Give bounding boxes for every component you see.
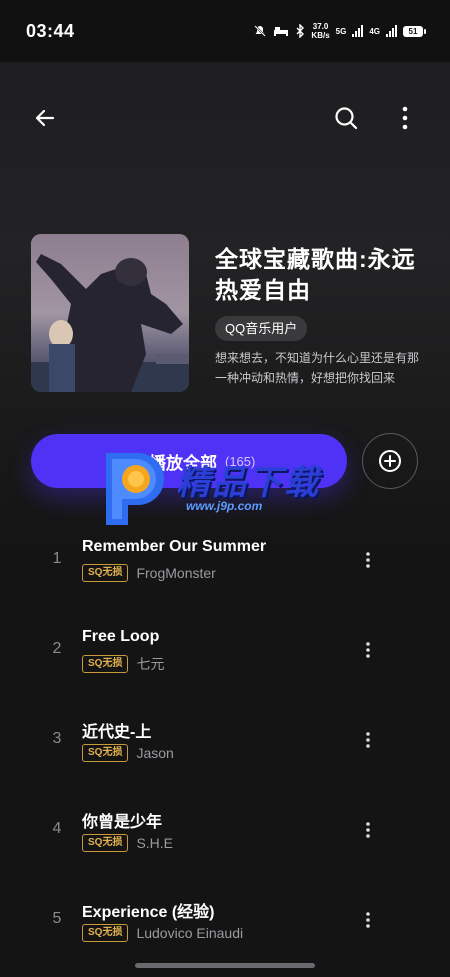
home-indicator[interactable] [135, 963, 315, 968]
song-row[interactable]: 4 你曾是少年 SQ无损 S.H.E [0, 790, 450, 880]
watermark-text: 精品下载 [176, 464, 320, 502]
quality-badge: SQ无损 [82, 564, 129, 582]
song-meta: SQ无损 七元 [82, 654, 164, 674]
net1-text: 5G [335, 26, 347, 36]
battery-icon: 51 [403, 25, 426, 37]
song-artist: S.H.E [136, 835, 174, 851]
song-title: 你曾是少年 [82, 814, 163, 831]
song-meta: SQ无损 S.H.E [82, 834, 173, 852]
song-more-icon[interactable] [356, 542, 380, 578]
battery-level: 51 [403, 25, 423, 37]
creator-chip[interactable]: QQ音乐用户 [215, 316, 308, 341]
song-row[interactable]: 3 近代史-上 SQ无损 Jason [0, 700, 450, 790]
song-row[interactable]: 5 Experience (经验) SQ无损 Ludovico Einaudi [0, 880, 450, 970]
song-title: Remember Our Summer [82, 538, 267, 555]
search-icon[interactable] [326, 98, 366, 138]
song-more-icon[interactable] [356, 812, 380, 848]
quality-badge: SQ无损 [82, 655, 129, 673]
quality-badge: SQ无损 [82, 834, 129, 852]
playlist-cover[interactable] [31, 234, 189, 392]
song-title: Experience (经验) [82, 904, 215, 921]
song-artist: Jason [136, 745, 174, 761]
song-more-icon[interactable] [356, 902, 380, 938]
signal2-icon [386, 25, 397, 37]
watermark-url: www.j9p.com [186, 499, 263, 513]
song-index: 1 [52, 550, 62, 567]
add-playlist-button[interactable] [362, 433, 418, 489]
bluetooth-icon [296, 24, 305, 38]
plus-circle-icon [379, 450, 401, 472]
song-more-icon[interactable] [356, 632, 380, 668]
more-vertical-icon[interactable] [385, 98, 425, 138]
net1-label: 5G [336, 27, 347, 36]
watermark: 精品下载 www.j9p.com [98, 447, 358, 529]
song-index: 2 [52, 640, 62, 657]
network-speed-unit: KB/s [311, 31, 330, 40]
playlist-title: 全球宝藏歌曲:永远热爱自由 [215, 246, 416, 303]
net2-text: 4G [369, 26, 380, 36]
watermark-logo-icon [106, 453, 164, 525]
quality-badge: SQ无损 [82, 924, 129, 942]
status-time: 03:44 [26, 20, 75, 41]
signal1-icon [352, 25, 364, 37]
song-artist: 七元 [136, 656, 165, 672]
cover-photo [31, 234, 189, 392]
song-meta: SQ无损 Jason [82, 744, 174, 762]
song-row[interactable]: 2 Free Loop SQ无损 七元 [0, 610, 450, 700]
quality-badge: SQ无损 [82, 744, 129, 762]
playlist-description[interactable]: 想来想去，不知道为什么心里还是有那一种冲动和热情，好想把你找回来 [215, 348, 425, 388]
song-title: 近代史-上 [82, 724, 152, 741]
song-index: 5 [52, 910, 62, 927]
top-nav [0, 98, 450, 138]
status-bar: 03:44 37.0 KB/s 5G 4G 51 [0, 0, 450, 62]
song-meta: SQ无损 FrogMonster [82, 564, 216, 582]
song-row[interactable]: 1 Remember Our Summer SQ无损 FrogMonster [0, 520, 450, 610]
network-speed: 37.0 KB/s [311, 22, 329, 40]
status-icons: 37.0 KB/s 5G 4G 51 [253, 22, 426, 40]
song-artist: FrogMonster [136, 565, 216, 581]
mute-icon [254, 25, 267, 37]
song-meta: SQ无损 Ludovico Einaudi [82, 924, 243, 942]
back-arrow-icon[interactable] [25, 98, 65, 138]
bed-icon [274, 27, 289, 36]
net2-label: 4G [369, 27, 380, 36]
network-speed-value: 37.0 [312, 22, 329, 31]
song-index: 4 [52, 820, 62, 837]
song-title: Free Loop [82, 628, 160, 645]
song-index: 3 [52, 730, 62, 747]
song-artist: Ludovico Einaudi [136, 925, 244, 941]
song-more-icon[interactable] [356, 722, 380, 758]
